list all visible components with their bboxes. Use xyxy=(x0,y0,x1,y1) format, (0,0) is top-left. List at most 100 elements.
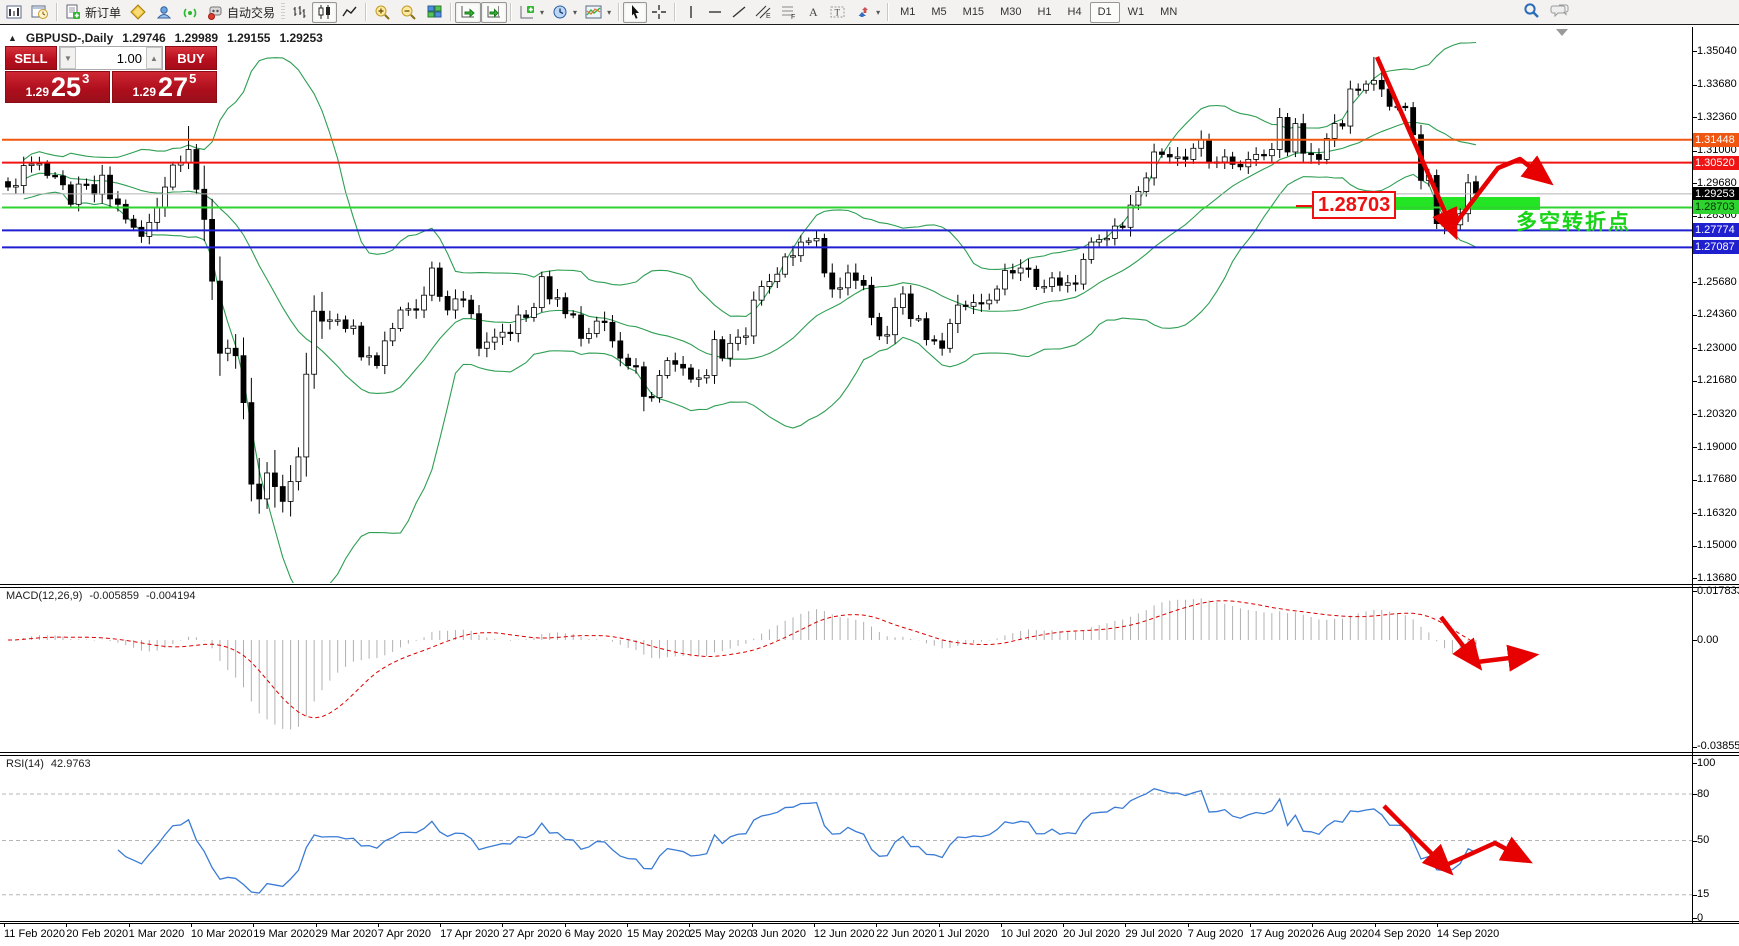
zoom-out-icon xyxy=(400,4,418,20)
chart-shift-button[interactable] xyxy=(481,1,508,23)
zoom-in-button[interactable] xyxy=(370,2,396,23)
macd-label: MACD(12,26,9) xyxy=(6,590,83,602)
chart-canvas[interactable] xyxy=(0,0,1739,946)
chart-shift-marker[interactable] xyxy=(1556,29,1568,36)
toolbar-separator xyxy=(450,3,453,21)
chart-shift-icon xyxy=(485,4,503,20)
auto-scroll-button[interactable] xyxy=(455,1,482,23)
price-tick-label: 1.17680 xyxy=(1697,473,1737,486)
collapse-panel-icon[interactable]: ▲ xyxy=(8,33,17,43)
zoom-out-button[interactable] xyxy=(396,2,422,23)
pane-separator xyxy=(0,921,1739,922)
signals-icon xyxy=(181,4,199,20)
symbol-name: GBPUSD-,Daily xyxy=(25,31,114,45)
new-chart-icon xyxy=(6,4,23,20)
dropdown-caret: ▾ xyxy=(540,7,545,17)
tile-windows-button[interactable] xyxy=(422,2,447,23)
bar-chart-button[interactable] xyxy=(287,2,312,23)
date-tick-mark xyxy=(751,923,753,927)
sell-button[interactable]: SELL xyxy=(5,46,57,70)
cursor-icon xyxy=(628,4,643,20)
volume-increase-button[interactable]: ▲ xyxy=(146,47,162,69)
timeframe-m5[interactable]: M5 xyxy=(923,2,954,23)
templates-button[interactable]: ▾ xyxy=(581,2,615,23)
profiles-button[interactable] xyxy=(27,2,53,23)
chart-title: ▲ GBPUSD-,Daily 1.29746 1.29989 1.29155 … xyxy=(8,31,323,45)
timeframe-h4[interactable]: H4 xyxy=(1060,2,1090,23)
cursor-button[interactable] xyxy=(623,1,648,23)
indicators-icon xyxy=(519,4,536,20)
dropdown-caret: ▾ xyxy=(876,7,881,17)
date-tick-label: 20 Jul 2020 xyxy=(1063,928,1120,940)
new-order-button[interactable]: 新订单 xyxy=(61,2,125,23)
price-badge: 1.27087 xyxy=(1693,240,1739,255)
timeframe-m1[interactable]: M1 xyxy=(892,2,923,23)
macd-tick-label: 0.00 xyxy=(1697,633,1719,646)
pane-separator[interactable] xyxy=(0,584,1739,585)
timeframe-m15[interactable]: M15 xyxy=(955,2,992,23)
date-tick-label: 26 Aug 2020 xyxy=(1312,928,1375,940)
arrows-button[interactable]: ▾ xyxy=(851,2,884,23)
fibonacci-button[interactable]: F xyxy=(776,2,801,23)
candle-chart-button[interactable] xyxy=(312,1,338,23)
pane-separator xyxy=(0,587,1739,588)
price-tick-label: 1.35040 xyxy=(1697,44,1737,57)
periods-button[interactable]: ▾ xyxy=(548,2,581,23)
timeframe-w1[interactable]: W1 xyxy=(1120,2,1153,23)
price-tick-label: 1.32360 xyxy=(1697,110,1737,123)
indicators-button[interactable]: ▾ xyxy=(515,2,548,23)
buy-quote[interactable]: 1.29 27 5 xyxy=(112,71,217,103)
vertical-line-icon xyxy=(684,4,698,20)
price-flag-label[interactable]: 1.28703 xyxy=(1312,191,1397,219)
rsi-value: 42.9763 xyxy=(50,758,91,770)
autotrading-icon xyxy=(207,4,224,20)
signals-button[interactable] xyxy=(177,2,203,23)
timeframe-h1[interactable]: H1 xyxy=(1029,2,1059,23)
date-tick-label: 1 Jul 2020 xyxy=(938,928,990,940)
date-tick-mark xyxy=(253,923,255,927)
dropdown-caret: ▾ xyxy=(607,7,612,17)
line-chart-icon xyxy=(341,4,358,20)
rsi-tick-label: 0 xyxy=(1697,911,1704,924)
autotrading-button[interactable]: 自动交易 xyxy=(203,2,279,23)
arrows-icon xyxy=(855,4,872,20)
timeframe-m30[interactable]: M30 xyxy=(992,2,1029,23)
date-tick-label: 17 Aug 2020 xyxy=(1250,928,1312,940)
text-button[interactable]: A xyxy=(801,2,825,23)
chat-icon[interactable] xyxy=(1550,2,1570,20)
rsi-tick-label: 15 xyxy=(1697,888,1710,901)
date-tick-mark xyxy=(1312,923,1314,927)
channel-button[interactable]: E xyxy=(751,2,776,23)
price-tick-label: 1.25680 xyxy=(1697,275,1737,288)
trendline-button[interactable] xyxy=(727,2,751,23)
date-tick-mark xyxy=(813,923,815,927)
crosshair-icon xyxy=(651,4,667,20)
svg-text:E: E xyxy=(766,13,771,20)
svg-text:T: T xyxy=(835,8,841,18)
volume-decrease-button[interactable]: ▼ xyxy=(60,47,76,69)
svg-text:A: A xyxy=(809,5,818,19)
community-button[interactable] xyxy=(151,2,177,23)
candlestick-series xyxy=(5,56,1479,517)
text-label-button[interactable]: T xyxy=(825,2,851,23)
timeframe-mn[interactable]: MN xyxy=(1152,2,1185,23)
pane-separator xyxy=(0,755,1739,756)
crosshair-button[interactable] xyxy=(647,2,671,23)
turning-point-note[interactable]: 多空转折点 xyxy=(1516,206,1631,236)
sell-quote[interactable]: 1.29 25 3 xyxy=(5,71,110,103)
channel-icon: E xyxy=(755,4,772,20)
date-tick-label: 3 Jun 2020 xyxy=(751,928,807,940)
timeframe-d1[interactable]: D1 xyxy=(1089,1,1120,23)
line-chart-button[interactable] xyxy=(337,2,362,23)
price-tick-label: 1.23000 xyxy=(1697,341,1737,354)
date-tick-mark xyxy=(1063,923,1065,927)
pane-separator[interactable] xyxy=(0,752,1739,753)
search-icon[interactable] xyxy=(1522,2,1540,20)
metaeditor-button[interactable] xyxy=(125,2,151,23)
horizontal-line-button[interactable] xyxy=(703,2,727,23)
volume-stepper: ▼ ▲ xyxy=(59,46,163,70)
vertical-line-button[interactable] xyxy=(679,2,703,23)
new-chart-button[interactable] xyxy=(2,2,27,23)
date-tick-mark xyxy=(4,923,5,927)
date-tick-mark xyxy=(502,923,504,927)
